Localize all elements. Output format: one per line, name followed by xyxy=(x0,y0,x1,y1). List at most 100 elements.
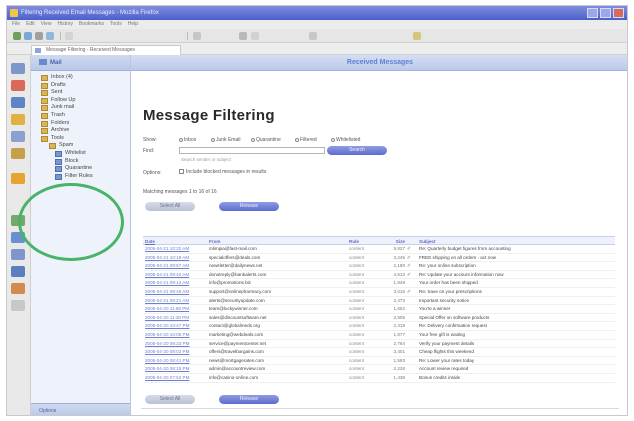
options-checkbox[interactable] xyxy=(179,169,184,175)
cell-date[interactable]: 2005-04-20 10:47 PM xyxy=(145,322,207,330)
folder-item[interactable]: Junk mail xyxy=(41,104,130,112)
cell-date[interactable]: 2005-04-21 09:40 AM xyxy=(145,271,207,279)
table-row[interactable]: 2005-04-21 09:57 AM newsletter@dailynews.… xyxy=(143,262,615,271)
cell-date[interactable]: 2005-04-20 08:15 PM xyxy=(145,365,207,373)
app-icon-13[interactable] xyxy=(11,300,25,311)
radio-dot[interactable] xyxy=(211,137,215,142)
show-radio-junk-email[interactable]: Junk Email xyxy=(211,137,240,143)
folder-item[interactable]: Follow Up xyxy=(41,97,130,105)
folder-pane-footer[interactable]: Options xyxy=(31,403,130,415)
app-icon-6[interactable] xyxy=(11,148,25,159)
cell-date[interactable]: 2005-04-20 08:41 PM xyxy=(145,357,207,365)
cell-date[interactable]: 2005-04-21 08:21 AM xyxy=(145,297,207,305)
radio-dot[interactable] xyxy=(251,137,255,142)
radio-dot[interactable] xyxy=(179,137,183,142)
app-icon-4[interactable] xyxy=(11,114,25,125)
show-radio-whitelisted[interactable]: Whitelisted xyxy=(331,137,360,143)
table-row[interactable]: 2005-04-20 08:15 PM admin@accountreview.c… xyxy=(143,365,615,374)
table-row[interactable]: 2005-04-20 09:33 PM service@paymentcenter… xyxy=(143,340,615,349)
extension-icon[interactable] xyxy=(413,32,421,40)
print-icon[interactable] xyxy=(193,32,201,40)
folder-item[interactable]: Filter Rules xyxy=(55,173,130,181)
app-icon-1[interactable] xyxy=(11,63,25,74)
menu-item-history[interactable]: History xyxy=(57,20,73,29)
folder-icon xyxy=(41,112,48,119)
history-icon[interactable] xyxy=(251,32,259,40)
folder-item[interactable]: Spam xyxy=(49,142,130,150)
release-button-top[interactable]: Release xyxy=(219,202,279,211)
select-all-button-top[interactable]: Select All xyxy=(145,202,195,211)
table-row[interactable]: 2005-04-21 10:18 AM specialoffers@deals.c… xyxy=(143,254,615,263)
select-all-button-bottom[interactable]: Select All xyxy=(145,395,195,404)
table-row[interactable]: 2005-04-21 10:32 AM mlimpia@fast-mail.com… xyxy=(143,245,615,254)
table-row[interactable]: 2005-04-21 08:21 AM alerts@securityupdate… xyxy=(143,297,615,306)
menu-item-help[interactable]: Help xyxy=(128,20,138,29)
menu-item-view[interactable]: View xyxy=(41,20,52,29)
app-icon-5[interactable] xyxy=(11,131,25,142)
table-row[interactable]: 2005-04-20 10:47 PM contact@globalmeds.or… xyxy=(143,322,615,331)
app-icon-12[interactable] xyxy=(11,283,25,294)
folder-item[interactable]: Folders xyxy=(41,120,130,128)
table-row[interactable]: 2005-04-21 08:46 AM support@onlinepharmac… xyxy=(143,288,615,297)
reload-icon[interactable] xyxy=(35,32,43,40)
radio-dot[interactable] xyxy=(331,137,335,142)
app-icon-2[interactable] xyxy=(11,80,25,91)
table-row[interactable]: 2005-04-21 09:12 AM info@promotions.biz co… xyxy=(143,279,615,288)
folder-item[interactable]: Sent xyxy=(41,89,130,97)
cell-date[interactable]: 2005-04-21 09:12 AM xyxy=(145,279,207,287)
app-icon-3[interactable] xyxy=(11,97,25,108)
folder-item[interactable]: Archive xyxy=(41,127,130,135)
release-button-bottom[interactable]: Release xyxy=(219,395,279,404)
back-icon[interactable] xyxy=(13,32,21,40)
cell-date[interactable]: 2005-04-21 10:32 AM xyxy=(145,245,207,253)
radio-dot[interactable] xyxy=(295,137,299,142)
show-radio-filtered[interactable]: Filtered xyxy=(295,137,317,143)
menu-item-edit[interactable]: Edit xyxy=(26,20,35,29)
menu-item-file[interactable]: File xyxy=(12,20,20,29)
cell-date[interactable]: 2005-04-21 10:18 AM xyxy=(145,254,207,262)
home-icon[interactable] xyxy=(46,32,54,40)
close-button[interactable] xyxy=(613,8,624,18)
show-radio-inbox[interactable]: Inbox xyxy=(179,137,196,143)
bookmark-icon[interactable] xyxy=(65,32,73,40)
table-row[interactable]: 2005-04-20 10:05 PM marketing@webdeals.co… xyxy=(143,331,615,340)
cell-date[interactable]: 2005-04-20 10:05 PM xyxy=(145,331,207,339)
table-row[interactable]: 2005-04-20 08:41 PM news@mortgagerates.co… xyxy=(143,357,615,366)
menu-item-tools[interactable]: Tools xyxy=(110,20,122,29)
search-button[interactable]: Search xyxy=(327,146,387,155)
cell-date[interactable]: 2005-04-20 07:52 PM xyxy=(145,374,207,382)
mail-icon[interactable] xyxy=(239,32,247,40)
downloads-icon[interactable] xyxy=(309,32,317,40)
cell-date[interactable]: 2005-04-21 09:57 AM xyxy=(145,262,207,270)
menu-item-bookmarks[interactable]: Bookmarks xyxy=(79,20,104,29)
table-row[interactable]: 2005-04-20 07:52 PM info@casino-online.co… xyxy=(143,374,615,383)
folder-item[interactable]: Tools xyxy=(41,135,130,143)
folder-item[interactable]: Block xyxy=(55,158,130,166)
table-row[interactable]: 2005-04-21 09:40 AM donotreply@bankalerts… xyxy=(143,271,615,280)
cell-date[interactable]: 2005-04-20 11:58 PM xyxy=(145,305,207,313)
minimize-button[interactable] xyxy=(587,8,598,18)
options-checkbox-row[interactable]: Include blocked messages in results xyxy=(179,169,266,175)
folder-item[interactable]: Whitelist xyxy=(55,150,130,158)
cell-date[interactable]: 2005-04-20 09:33 PM xyxy=(145,340,207,348)
folder-item[interactable]: Quarantine xyxy=(55,165,130,173)
find-input[interactable] xyxy=(179,147,325,154)
cell-date[interactable]: 2005-04-21 08:46 AM xyxy=(145,288,207,296)
app-icon-10[interactable] xyxy=(11,249,25,260)
maximize-button[interactable] xyxy=(600,8,611,18)
app-icon-7[interactable] xyxy=(11,173,25,184)
folder-item[interactable]: Inbox (4) xyxy=(41,74,130,82)
active-tab[interactable]: Message Filtering - Received Messages xyxy=(31,45,181,55)
app-icon-11[interactable] xyxy=(11,266,25,277)
app-icon-8[interactable] xyxy=(11,215,25,226)
cell-date[interactable]: 2005-04-20 09:02 PM xyxy=(145,348,207,356)
table-row[interactable]: 2005-04-20 09:02 PM offers@travelbargains… xyxy=(143,348,615,357)
show-radio-quarantine[interactable]: Quarantine xyxy=(251,137,281,143)
folder-item[interactable]: Drafts xyxy=(41,82,130,90)
cell-date[interactable]: 2005-04-20 11:30 PM xyxy=(145,314,207,322)
folder-item[interactable]: Trash xyxy=(41,112,130,120)
forward-icon[interactable] xyxy=(24,32,32,40)
table-row[interactable]: 2005-04-20 11:30 PM sales@discountsoftwar… xyxy=(143,314,615,323)
table-row[interactable]: 2005-04-20 11:58 PM team@luckywinner.com c… xyxy=(143,305,615,314)
app-icon-9[interactable] xyxy=(11,232,25,243)
